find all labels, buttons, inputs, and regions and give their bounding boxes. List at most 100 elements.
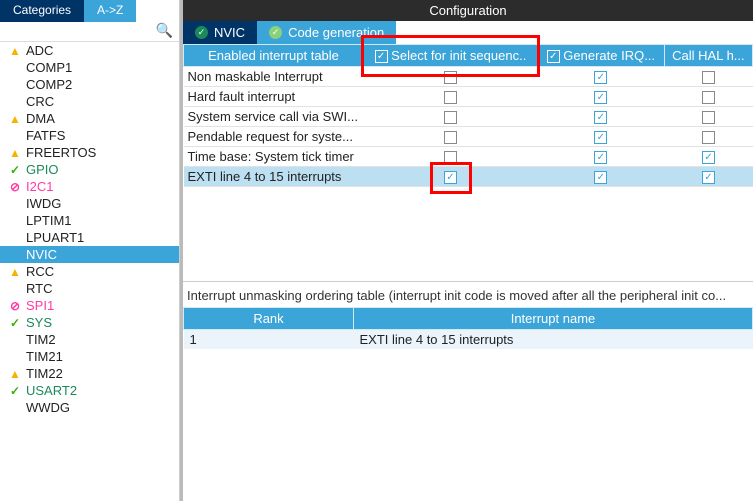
sidebar-item-spi1[interactable]: ⊘ SPI1 [0, 297, 179, 314]
checkbox[interactable]: ✓ [594, 71, 607, 84]
col-header-0[interactable]: Enabled interrupt table [184, 45, 364, 67]
checkbox[interactable] [702, 71, 715, 84]
sidebar-item-tim22[interactable]: ▲ TIM22 [0, 365, 179, 382]
checkbox[interactable]: ✓ [444, 171, 457, 184]
warn-icon: ▲ [8, 112, 22, 126]
col-header-2[interactable]: ✓ Generate IRQ... [537, 45, 664, 67]
sidebar-item-tim2[interactable]: TIM2 [0, 331, 179, 348]
config-tab-code-generation[interactable]: ✓ Code generation [257, 21, 396, 44]
config-tab-nvic[interactable]: ✓NVIC [183, 21, 257, 44]
sidebar-item-label: TIM22 [26, 366, 63, 381]
checkbox[interactable] [444, 111, 457, 124]
no-icon: ⊘ [8, 299, 22, 313]
checkbox[interactable]: ✓ [702, 151, 715, 164]
sidebar-item-label: ADC [26, 43, 53, 58]
interrupt-label: Hard fault interrupt [184, 87, 364, 107]
cell-chk [364, 107, 538, 127]
sidebar-item-comp2[interactable]: COMP2 [0, 76, 179, 93]
checkbox[interactable] [444, 91, 457, 104]
sidebar-item-tim21[interactable]: TIM21 [0, 348, 179, 365]
interrupt-label: System service call via SWI... [184, 107, 364, 127]
sidebar-item-comp1[interactable]: COMP1 [0, 59, 179, 76]
sidebar-item-freertos[interactable]: ▲FREERTOS [0, 144, 179, 161]
interrupt-row[interactable]: Time base: System tick timer ✓ ✓ [184, 147, 753, 167]
col-header-3[interactable]: Call HAL h... [664, 45, 752, 67]
sidebar-item-gpio[interactable]: ✓GPIO [0, 161, 179, 178]
sidebar-item-label: DMA [26, 111, 55, 126]
config-tab-label: Code generation [288, 25, 384, 40]
sidebar-item-label: CRC [26, 94, 54, 109]
ordering-rank: 1 [184, 330, 354, 350]
checkbox[interactable] [444, 131, 457, 144]
ordering-row[interactable]: 1 EXTI line 4 to 15 interrupts [184, 330, 753, 350]
sidebar-item-lptim1[interactable]: LPTIM1 [0, 212, 179, 229]
checkbox[interactable] [702, 111, 715, 124]
cell-chk [664, 87, 752, 107]
checkbox[interactable]: ✓ [594, 131, 607, 144]
sidebar-item-rcc[interactable]: ▲RCC [0, 263, 179, 280]
cell-chk: ✓ [537, 107, 664, 127]
interrupt-label: Time base: System tick timer [184, 147, 364, 167]
checkbox[interactable]: ✓ [594, 111, 607, 124]
sidebar-item-label: COMP2 [26, 77, 72, 92]
sidebar-item-label: SPI1 [26, 298, 54, 313]
checkbox[interactable] [702, 131, 715, 144]
sidebar-item-nvic[interactable]: NVIC [0, 246, 179, 263]
checkbox[interactable] [444, 71, 457, 84]
ordering-note: Interrupt unmasking ordering table (inte… [183, 281, 753, 307]
cell-chk: ✓ [537, 67, 664, 87]
cell-chk [364, 67, 538, 87]
interrupt-row[interactable]: Pendable request for syste...✓ [184, 127, 753, 147]
interrupt-row[interactable]: Non maskable Interrupt ✓ [184, 67, 753, 87]
config-title: Configuration [183, 0, 753, 21]
col-header-label: Select for init sequenc.. [391, 48, 526, 63]
cell-chk [664, 107, 752, 127]
cell-chk: ✓ [537, 167, 664, 187]
ordering-col-name[interactable]: Interrupt name [354, 308, 753, 330]
ordering-col-rank[interactable]: Rank [184, 308, 354, 330]
cell-chk: ✓ [537, 127, 664, 147]
sidebar-item-label: WWDG [26, 400, 70, 415]
warn-icon: ▲ [8, 146, 22, 160]
sidebar-item-label: IWDG [26, 196, 61, 211]
ordering-name: EXTI line 4 to 15 interrupts [354, 330, 753, 350]
checkbox[interactable]: ✓ [594, 91, 607, 104]
sidebar-tab-az[interactable]: A->Z [84, 0, 136, 22]
checkbox[interactable] [444, 151, 457, 164]
sidebar-item-i2c1[interactable]: ⊘I2C1 [0, 178, 179, 195]
sidebar-tabs: Categories A->Z [0, 0, 179, 22]
checkbox[interactable]: ✓ [702, 171, 715, 184]
checkbox[interactable]: ✓ [594, 171, 607, 184]
sidebar-item-label: RTC [26, 281, 52, 296]
checkbox[interactable]: ✓ [594, 151, 607, 164]
sidebar-item-wwdg[interactable]: WWDG [0, 399, 179, 416]
header-checkbox[interactable]: ✓ [547, 50, 560, 63]
sidebar-item-adc[interactable]: ▲ADC [0, 42, 179, 59]
col-header-1[interactable]: ✓ Select for init sequenc.. [364, 45, 538, 67]
sidebar-search[interactable]: 🔍 [0, 22, 179, 42]
sidebar-item-sys[interactable]: ✓SYS [0, 314, 179, 331]
cell-chk: ✓ [664, 167, 752, 187]
cell-chk: ✓ [664, 147, 752, 167]
sidebar-tab-categories[interactable]: Categories [0, 0, 84, 22]
interrupt-label: Non maskable Interrupt [184, 67, 364, 87]
cell-chk [364, 87, 538, 107]
interrupt-row[interactable]: EXTI line 4 to 15 interrupts✓✓✓ [184, 167, 753, 187]
interrupt-table: Enabled interrupt table✓ Select for init… [183, 44, 753, 187]
checkbox[interactable] [702, 91, 715, 104]
sidebar-item-iwdg[interactable]: IWDG [0, 195, 179, 212]
sidebar-item-crc[interactable]: CRC [0, 93, 179, 110]
sidebar-item-label: FATFS [26, 128, 65, 143]
sidebar-item-lpuart1[interactable]: LPUART1 [0, 229, 179, 246]
check-icon: ✓ [269, 26, 282, 39]
sidebar-item-fatfs[interactable]: FATFS [0, 127, 179, 144]
interrupt-row[interactable]: Hard fault interrupt ✓ [184, 87, 753, 107]
sidebar-item-label: LPTIM1 [26, 213, 72, 228]
header-checkbox[interactable]: ✓ [375, 50, 388, 63]
warn-icon: ▲ [8, 367, 22, 381]
sidebar-item-usart2[interactable]: ✓USART2 [0, 382, 179, 399]
sidebar-item-rtc[interactable]: RTC [0, 280, 179, 297]
interrupt-row[interactable]: System service call via SWI... ✓ [184, 107, 753, 127]
cell-chk: ✓ [537, 87, 664, 107]
sidebar-item-dma[interactable]: ▲ DMA [0, 110, 179, 127]
